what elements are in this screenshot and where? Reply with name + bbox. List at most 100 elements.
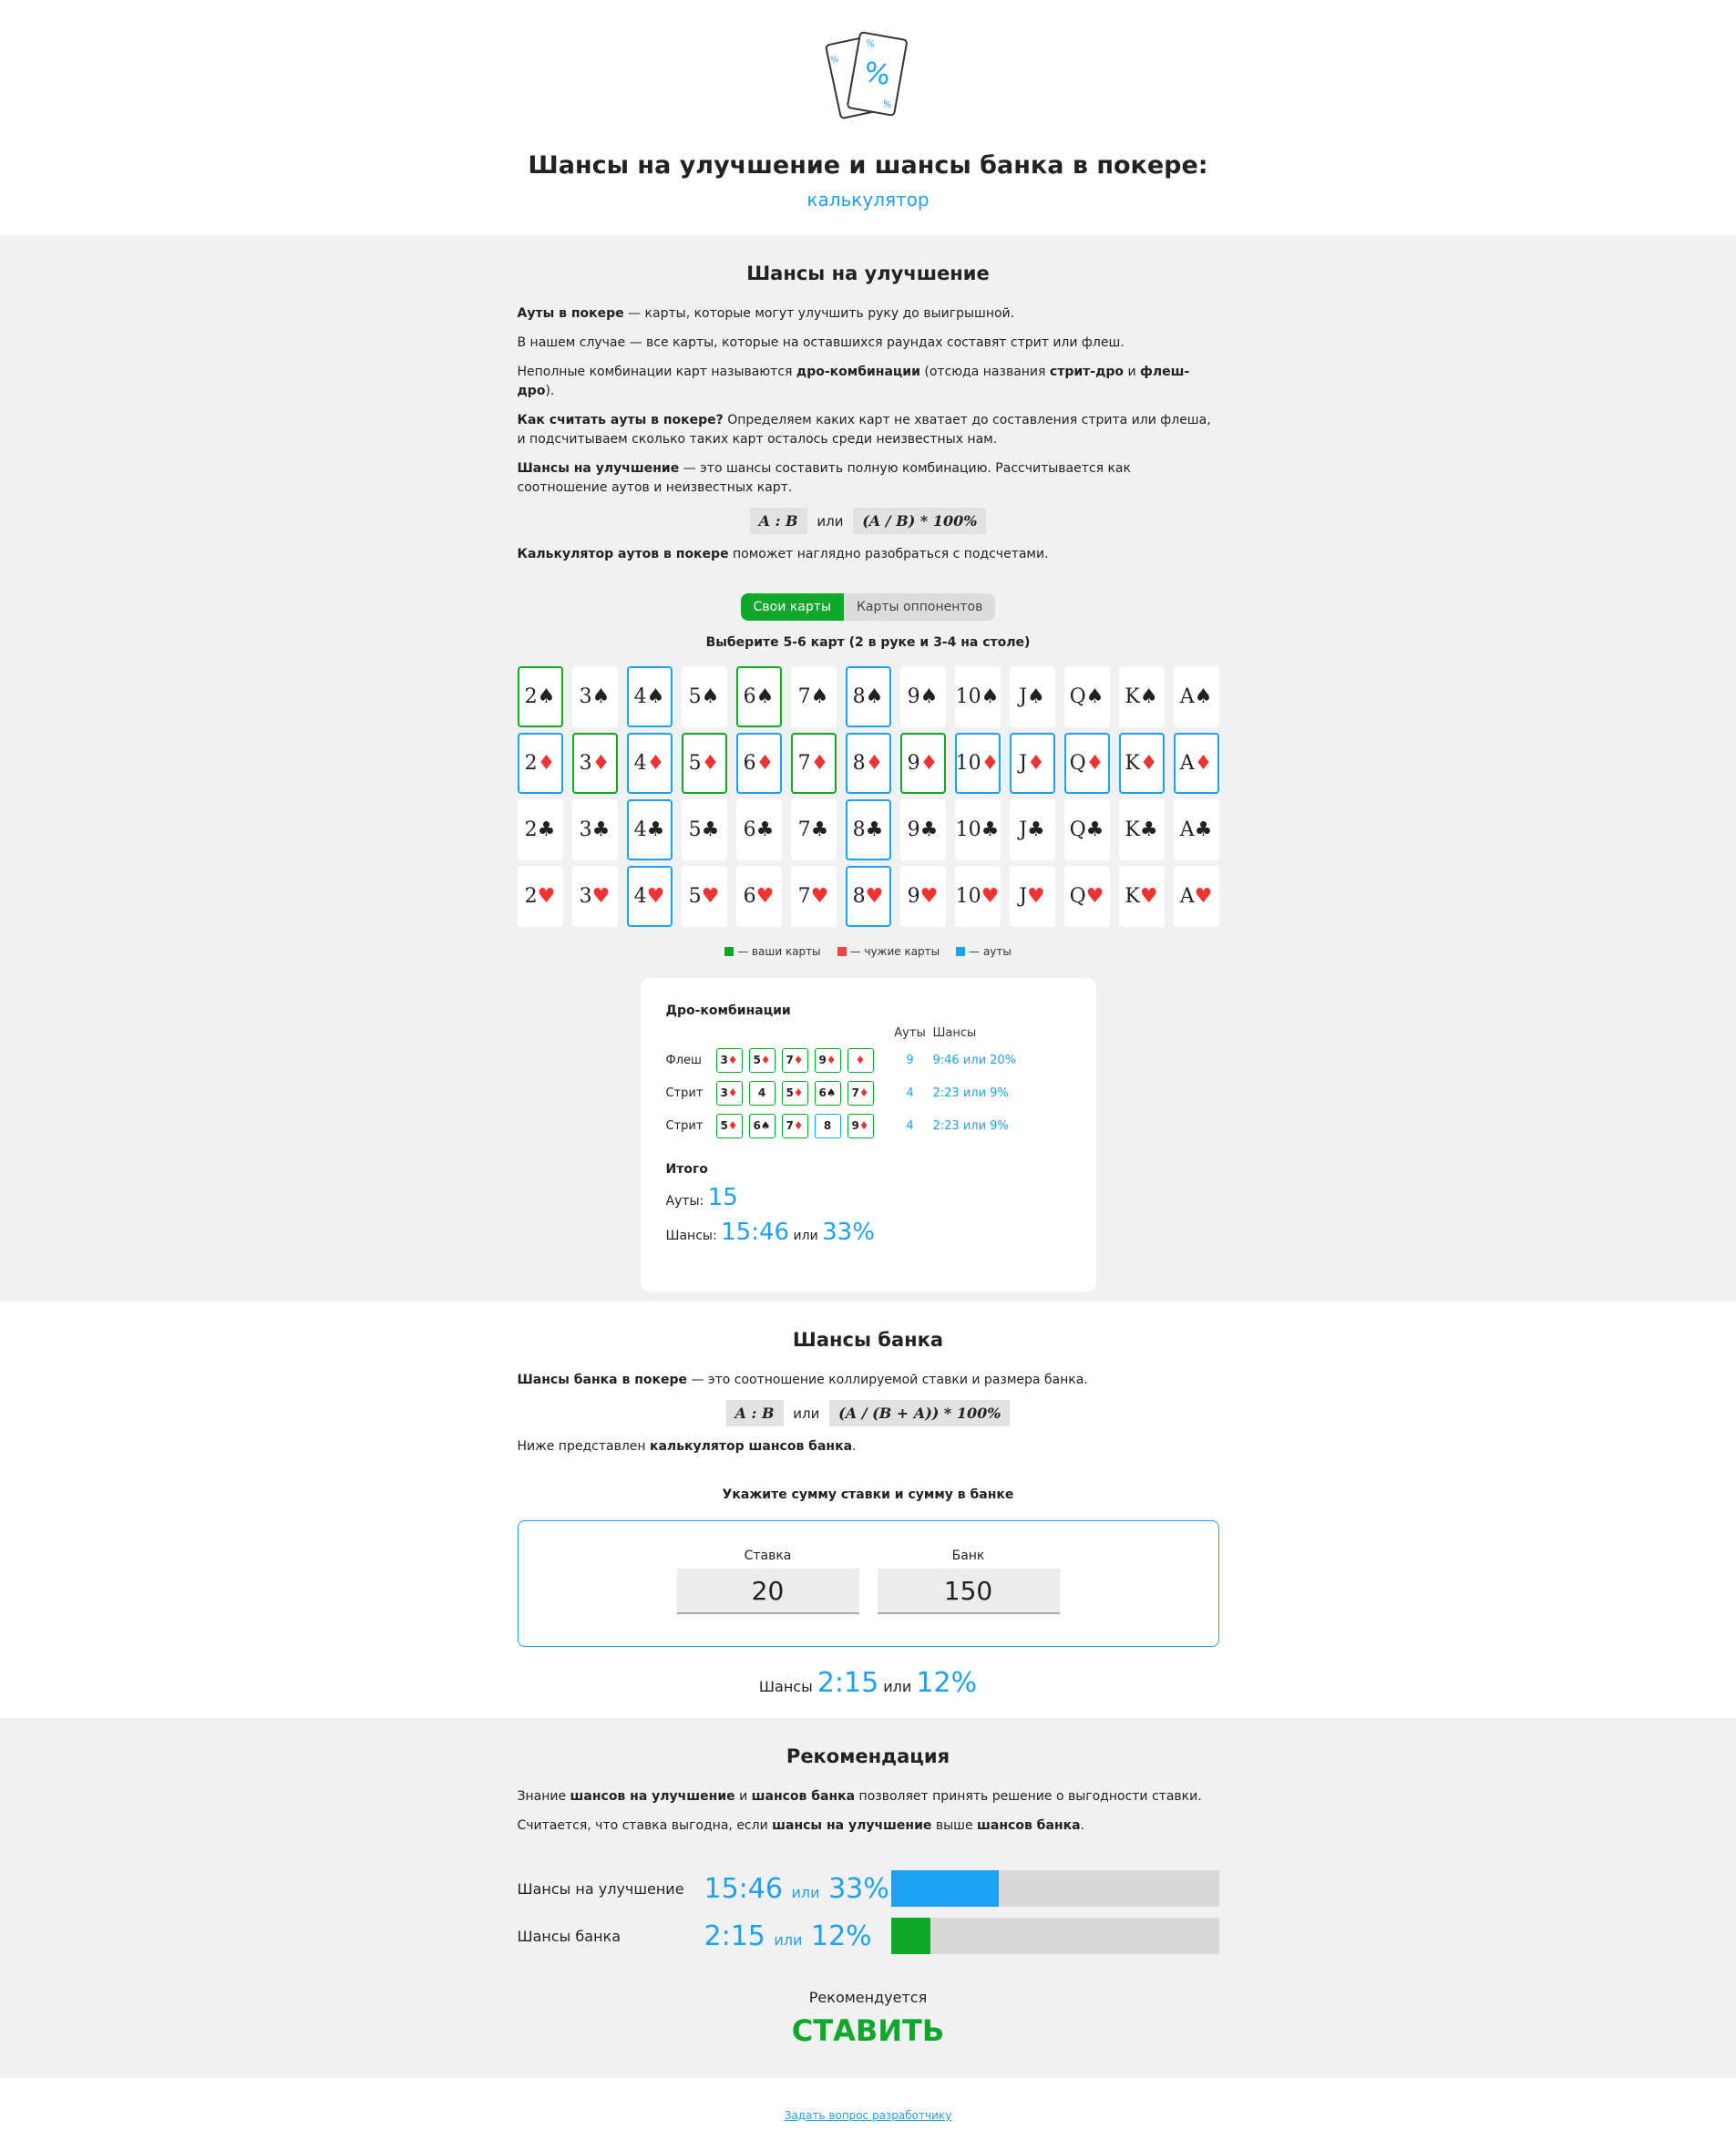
card[interactable]: 9 ♣ xyxy=(899,799,946,860)
tab-own-cards[interactable]: Свои карты xyxy=(740,593,844,621)
card[interactable]: Q ♦ xyxy=(1063,733,1110,794)
paragraph: Шансы на улучшение — это шансы составить… xyxy=(517,461,1131,495)
page-header: % % % % Шансы на улучшение и шансы банка… xyxy=(0,0,1736,235)
card[interactable]: 7 ♦ xyxy=(790,733,837,794)
section-title: Рекомендация xyxy=(786,1745,950,1767)
card[interactable]: K ♣ xyxy=(1118,799,1165,860)
draw-row: Стрит 3 ♦ 4 5 ♦ 6 ♠ 7 ♦ 4 2:23 или 9% xyxy=(666,1076,1071,1109)
card[interactable]: K ♦ xyxy=(1118,733,1165,794)
draw-odds: 2:23 или 9% xyxy=(932,1086,1009,1100)
card[interactable]: 4 ♥ xyxy=(626,866,673,927)
card[interactable]: 8 ♠ xyxy=(845,666,891,727)
card[interactable]: 3 ♠ xyxy=(571,666,618,727)
section-title: Шансы на улучшение xyxy=(746,262,990,284)
card[interactable]: 8 ♦ xyxy=(845,733,891,794)
card[interactable]: Q ♥ xyxy=(1063,866,1110,927)
draw-card: 5 ♦ xyxy=(748,1047,776,1073)
card[interactable]: 6 ♠ xyxy=(735,666,782,727)
draw-odds: 2:23 или 9% xyxy=(932,1118,1009,1133)
logo-percent-mark: % xyxy=(865,38,875,49)
card[interactable]: J ♣ xyxy=(1009,799,1055,860)
draw-row: Стрит 5 ♦ 6 ♠ 7 ♦ 8 9 ♦ 4 2:23 или 9% xyxy=(666,1109,1071,1142)
card[interactable]: J ♥ xyxy=(1009,866,1055,927)
draw-card: ♦ xyxy=(847,1047,874,1073)
card[interactable]: A ♥ xyxy=(1173,866,1219,927)
draw-outs: 4 xyxy=(906,1086,914,1100)
card[interactable]: 2 ♠ xyxy=(517,666,563,727)
verdict-value: СТАВИТЬ xyxy=(791,2013,945,2048)
card[interactable]: 8 ♥ xyxy=(845,866,891,927)
card[interactable]: 2 ♦ xyxy=(517,733,563,794)
legend-own-swatch xyxy=(724,947,734,956)
card[interactable]: 4 ♠ xyxy=(626,666,673,727)
formula-row: A : B или (A / (B + A)) * 100% xyxy=(518,1400,1219,1426)
card[interactable]: 6 ♥ xyxy=(735,866,782,927)
draws-table: Ауты Шансы Флеш 3 ♦ 5 ♦ 7 ♦ 9 ♦ ♦ 9 9:46 или 20% Стр… xyxy=(666,1022,1071,1142)
card[interactable]: 10 ♠ xyxy=(954,666,1001,727)
card[interactable]: 4 ♣ xyxy=(626,799,673,860)
card[interactable]: 10 ♣ xyxy=(954,799,1001,860)
card[interactable]: J ♦ xyxy=(1009,733,1055,794)
card[interactable]: 3 ♣ xyxy=(571,799,618,860)
card[interactable]: 9 ♦ xyxy=(899,733,946,794)
cards-owner-toggle: Свои карты Карты оппонентов xyxy=(518,593,1219,621)
pot-odds-value: 2:15 или 12% xyxy=(704,1919,872,1952)
card[interactable]: 6 ♣ xyxy=(735,799,782,860)
improve-odds-bar-fill xyxy=(890,1870,1000,1907)
draw-card: 7 ♦ xyxy=(781,1113,808,1138)
draw-card: 7 ♦ xyxy=(847,1080,874,1106)
card[interactable]: A ♣ xyxy=(1173,799,1219,860)
card[interactable]: 2 ♣ xyxy=(517,799,563,860)
card[interactable]: 3 ♦ xyxy=(571,733,618,794)
tab-opponent-cards[interactable]: Карты оппонентов xyxy=(843,593,996,621)
card[interactable]: 4 ♦ xyxy=(626,733,673,794)
section-title: Шансы банка xyxy=(792,1329,944,1351)
card[interactable]: 8 ♣ xyxy=(845,799,891,860)
draw-outs: 4 xyxy=(906,1118,914,1133)
card[interactable]: 10 ♥ xyxy=(954,866,1001,927)
pot-input[interactable]: 150 xyxy=(877,1569,1060,1614)
page-title: Шансы на улучшение и шансы банка в покер… xyxy=(528,151,1208,180)
card[interactable]: 5 ♠ xyxy=(681,666,727,727)
card[interactable]: 2 ♥ xyxy=(517,866,563,927)
card[interactable]: A ♠ xyxy=(1173,666,1219,727)
card[interactable]: 7 ♠ xyxy=(790,666,837,727)
paragraph: В нашем случае — все карты, которые на о… xyxy=(517,335,1125,350)
card[interactable]: Q ♠ xyxy=(1063,666,1110,727)
paragraph: Калькулятор аутов в покере поможет нагля… xyxy=(517,547,1049,561)
page-subtitle: калькулятор xyxy=(806,189,930,211)
card[interactable]: 5 ♦ xyxy=(681,733,727,794)
card[interactable]: 5 ♥ xyxy=(681,866,727,927)
card[interactable]: 7 ♥ xyxy=(790,866,837,927)
draw-card: 6 ♠ xyxy=(814,1080,841,1106)
pot-label: Банк xyxy=(951,1549,985,1563)
draw-name: Стрит xyxy=(665,1118,704,1133)
draw-row: Флеш 3 ♦ 5 ♦ 7 ♦ 9 ♦ ♦ 9 9:46 или 20% xyxy=(666,1044,1071,1076)
paragraph: Шансы банка в покере — это соотношение к… xyxy=(517,1373,1088,1387)
draws-header-row: Ауты Шансы xyxy=(666,1022,1071,1044)
card[interactable]: 10 ♦ xyxy=(954,733,1001,794)
card[interactable]: 6 ♦ xyxy=(735,733,782,794)
card[interactable]: K ♠ xyxy=(1118,666,1165,727)
card[interactable]: 3 ♥ xyxy=(571,866,618,927)
card[interactable]: A ♦ xyxy=(1173,733,1219,794)
pot-odds-ratio: 2:15 xyxy=(817,1667,879,1699)
total-title: Итого xyxy=(665,1162,708,1177)
card[interactable]: 9 ♠ xyxy=(899,666,946,727)
draw-card: 8 xyxy=(814,1113,841,1138)
improve-odds-row: Шансы на улучшение 15:46 или 33% xyxy=(518,1870,1219,1907)
improve-odds-value: 15:46 или 33% xyxy=(704,1872,889,1905)
draw-card: 5 ♦ xyxy=(781,1080,808,1106)
formula-or: или xyxy=(793,1405,820,1422)
draws-panel: Дро-комбинации Ауты Шансы Флеш 3 ♦ 5 ♦ 7 ♦ 9 ♦ ♦ 9… xyxy=(640,978,1096,1292)
pot-odds-section: Шансы банка Шансы банка в покере — это с… xyxy=(0,1302,1736,1718)
card[interactable]: 7 ♣ xyxy=(790,799,837,860)
bet-input[interactable]: 20 xyxy=(676,1569,859,1614)
card[interactable]: K ♥ xyxy=(1118,866,1165,927)
legend-outs: — ауты xyxy=(956,945,1012,958)
card[interactable]: Q ♣ xyxy=(1063,799,1110,860)
card[interactable]: 9 ♥ xyxy=(899,866,946,927)
card[interactable]: J ♠ xyxy=(1009,666,1055,727)
card[interactable]: 5 ♣ xyxy=(681,799,727,860)
ask-developer-link[interactable]: Задать вопрос разработчику xyxy=(785,2109,952,2122)
